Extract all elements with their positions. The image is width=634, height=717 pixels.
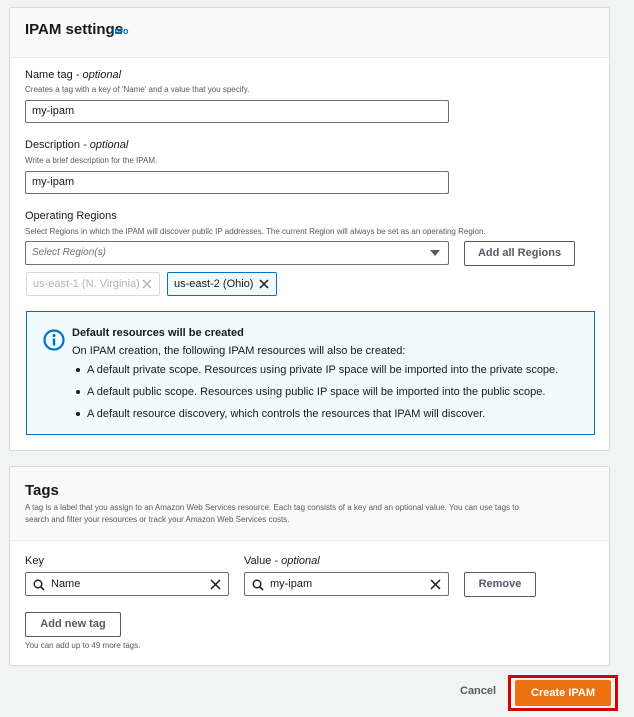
value-label-text: Value — [244, 555, 272, 567]
description-help: Write a brief description for the IPAM. — [25, 156, 158, 165]
add-all-regions-button[interactable]: Add all Regions — [464, 241, 575, 266]
value-optional: - optional — [271, 555, 320, 567]
region-token-label: us-east-2 (Ohio) — [174, 278, 254, 290]
description-input[interactable]: my-ipam — [25, 171, 449, 194]
description-label: Description - optional — [25, 139, 128, 151]
add-new-tag-button[interactable]: Add new tag — [25, 612, 121, 637]
caret-down-icon — [430, 250, 440, 256]
tags-description-line1: A tag is a label that you assign to an A… — [25, 503, 519, 512]
name-tag-label: Name tag - optional — [25, 69, 121, 81]
remove-tag-button[interactable]: Remove — [464, 572, 536, 597]
value-label: Value - optional — [244, 555, 320, 567]
operating-regions-label: Operating Regions — [25, 210, 117, 222]
description-label-text: Description — [25, 139, 81, 151]
list-item: A default public scope. Resources using … — [72, 384, 558, 406]
info-icon — [43, 329, 65, 351]
region-select[interactable]: Select Region(s) — [25, 241, 449, 265]
dismiss-icon — [142, 279, 152, 289]
default-resources-alert: Default resources will be created On IPA… — [26, 311, 595, 435]
alert-title: Default resources will be created — [72, 327, 244, 339]
ipam-settings-header: IPAM settings Info — [10, 8, 609, 58]
tags-header: Tags A tag is a label that you assign to… — [10, 467, 609, 541]
alert-list: A default private scope. Resources using… — [72, 362, 558, 428]
tags-panel: Tags A tag is a label that you assign to… — [9, 466, 610, 666]
ipam-settings-title: IPAM settings — [25, 21, 124, 38]
region-token-us-east-1: us-east-1 (N. Virginia) — [26, 272, 160, 296]
region-select-placeholder: Select Region(s) — [32, 247, 106, 258]
operating-regions-description: Select Regions in which the IPAM will di… — [25, 227, 486, 236]
tags-limit-text: You can add up to 49 more tags. — [25, 641, 141, 650]
search-icon — [252, 579, 264, 591]
name-tag-input[interactable]: my-ipam — [25, 100, 449, 123]
tag-key-input[interactable]: Name — [25, 572, 229, 596]
key-label: Key — [25, 555, 44, 567]
tags-title: Tags — [25, 482, 59, 499]
info-link[interactable]: Info — [112, 26, 129, 36]
search-icon — [33, 579, 45, 591]
name-tag-optional: - optional — [72, 69, 122, 81]
list-item: A default resource discovery, which cont… — [72, 406, 558, 428]
region-token-label: us-east-1 (N. Virginia) — [33, 278, 140, 290]
region-token-us-east-2[interactable]: us-east-2 (Ohio) — [167, 272, 277, 296]
ipam-settings-panel: IPAM settings Info Name tag - optional C… — [9, 7, 610, 451]
tag-value-input[interactable]: my-ipam — [244, 572, 449, 596]
tags-description-line2: search and filter your resources or trac… — [25, 515, 290, 524]
alert-text: On IPAM creation, the following IPAM res… — [72, 345, 406, 357]
tag-key-value: Name — [51, 578, 81, 590]
clear-icon[interactable] — [430, 579, 441, 590]
description-optional: - optional — [80, 139, 129, 151]
clear-icon[interactable] — [210, 579, 221, 590]
name-tag-description: Creates a tag with a key of 'Name' and a… — [25, 85, 250, 94]
create-ipam-button[interactable]: Create IPAM — [515, 680, 611, 706]
name-tag-label-text: Name tag — [25, 69, 73, 81]
cancel-button[interactable]: Cancel — [460, 685, 496, 697]
tag-value-value: my-ipam — [270, 578, 313, 590]
dismiss-icon[interactable] — [259, 279, 269, 289]
list-item: A default private scope. Resources using… — [72, 362, 558, 384]
